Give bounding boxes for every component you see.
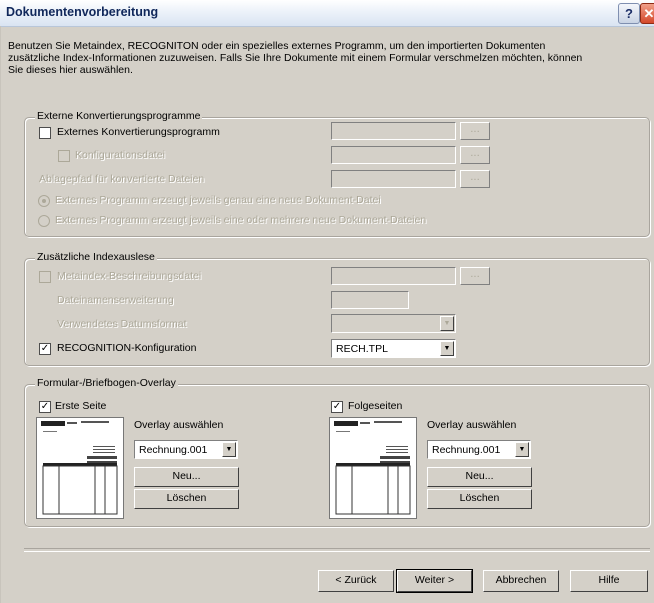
checkmark-icon: ✓ bbox=[40, 343, 50, 354]
config-file-checkbox[interactable] bbox=[58, 150, 70, 162]
next-button[interactable]: Weiter > bbox=[396, 569, 473, 593]
config-file-browse-button[interactable]: ... bbox=[460, 146, 490, 164]
index-group-title: Zusätzliche Indexauslese bbox=[35, 251, 157, 263]
window-title: Dokumentenvorbereitung bbox=[6, 5, 159, 19]
back-button[interactable]: < Zurück bbox=[318, 570, 394, 592]
following-delete-button[interactable]: Löschen bbox=[427, 489, 532, 509]
checkmark-icon: ✓ bbox=[332, 401, 342, 412]
recognition-label: RECOGNITION-Konfiguration bbox=[57, 342, 197, 354]
following-pages-thumbnail bbox=[329, 417, 417, 519]
metaindex-field[interactable] bbox=[331, 267, 456, 285]
intro-text: Benutzen Sie Metaindex, RECOGNITON oder … bbox=[8, 40, 648, 76]
path-label: Ablagepfad für konvertierte Dateien bbox=[39, 173, 205, 185]
date-format-label: Verwendetes Datumsformat bbox=[57, 318, 187, 330]
help-title-button[interactable]: ? bbox=[618, 3, 640, 24]
first-page-thumbnail bbox=[36, 417, 124, 519]
first-delete-button[interactable]: Löschen bbox=[134, 489, 239, 509]
path-field[interactable] bbox=[331, 170, 456, 188]
extension-label: Dateinamenserweiterung bbox=[57, 294, 174, 306]
recognition-select[interactable]: RECH.TPL ▼ bbox=[331, 339, 456, 358]
single-file-label: Externes Programm erzeugt jeweils genau … bbox=[55, 194, 381, 206]
first-page-label: Erste Seite bbox=[55, 400, 107, 412]
close-icon: ✕ bbox=[643, 6, 654, 21]
close-button[interactable]: ✕ bbox=[640, 3, 654, 24]
help-button[interactable]: Hilfe bbox=[570, 570, 648, 592]
config-file-field[interactable] bbox=[331, 146, 456, 164]
external-program-label: Externes Konvertierungsprogramm bbox=[57, 126, 220, 138]
chevron-down-icon: ▼ bbox=[515, 442, 529, 457]
first-page-checkbox[interactable]: ✓ bbox=[39, 401, 51, 413]
config-file-label: Konfigurationsdatei bbox=[75, 149, 165, 161]
extension-field[interactable] bbox=[331, 291, 409, 309]
multi-file-radio[interactable] bbox=[38, 215, 50, 227]
chevron-down-icon: ▼ bbox=[440, 341, 454, 356]
cancel-button[interactable]: Abbrechen bbox=[483, 570, 559, 592]
metaindex-checkbox[interactable] bbox=[39, 271, 51, 283]
following-new-button[interactable]: Neu... bbox=[427, 467, 532, 487]
following-overlay-label: Overlay auswählen bbox=[427, 419, 517, 431]
checkmark-icon: ✓ bbox=[40, 401, 50, 412]
external-program-checkbox[interactable] bbox=[39, 127, 51, 139]
overlay-group-title: Formular-/Briefbogen-Overlay bbox=[35, 377, 178, 389]
chevron-down-icon: ▼ bbox=[440, 316, 454, 331]
external-program-browse-button[interactable]: ... bbox=[460, 122, 490, 140]
footer-separator bbox=[24, 548, 650, 552]
multi-file-label: Externes Programm erzeugt jeweils eine o… bbox=[55, 214, 427, 226]
metaindex-browse-button[interactable]: ... bbox=[460, 267, 490, 285]
window-edge bbox=[0, 26, 1, 603]
first-overlay-value: Rechnung.001 bbox=[139, 444, 208, 456]
document-preview-icon bbox=[41, 421, 118, 515]
recognition-checkbox[interactable]: ✓ bbox=[39, 343, 51, 355]
following-pages-checkbox[interactable]: ✓ bbox=[331, 401, 343, 413]
following-overlay-select[interactable]: Rechnung.001 ▼ bbox=[427, 440, 531, 459]
recognition-value: RECH.TPL bbox=[336, 343, 388, 355]
question-mark-icon: ? bbox=[625, 6, 633, 21]
intro-line: Benutzen Sie Metaindex, RECOGNITON oder … bbox=[8, 40, 546, 52]
date-format-select[interactable]: ▼ bbox=[331, 314, 456, 333]
external-program-field[interactable] bbox=[331, 122, 456, 140]
first-new-button[interactable]: Neu... bbox=[134, 467, 239, 487]
first-overlay-label: Overlay auswählen bbox=[134, 419, 224, 431]
first-overlay-select[interactable]: Rechnung.001 ▼ bbox=[134, 440, 238, 459]
intro-line: Sie dieses hier auswählen. bbox=[8, 64, 133, 76]
chevron-down-icon: ▼ bbox=[222, 442, 236, 457]
following-overlay-value: Rechnung.001 bbox=[432, 444, 501, 456]
external-group-title: Externe Konvertierungsprogramme bbox=[35, 110, 203, 122]
metaindex-label: Metaindex-Beschreibungsdatei bbox=[57, 270, 202, 282]
path-browse-button[interactable]: ... bbox=[460, 170, 490, 188]
intro-line: zusätzliche Index-Informationen zuzuweis… bbox=[8, 52, 583, 64]
document-preview-icon bbox=[334, 421, 411, 515]
following-pages-label: Folgeseiten bbox=[348, 400, 403, 412]
single-file-radio[interactable] bbox=[38, 195, 50, 207]
